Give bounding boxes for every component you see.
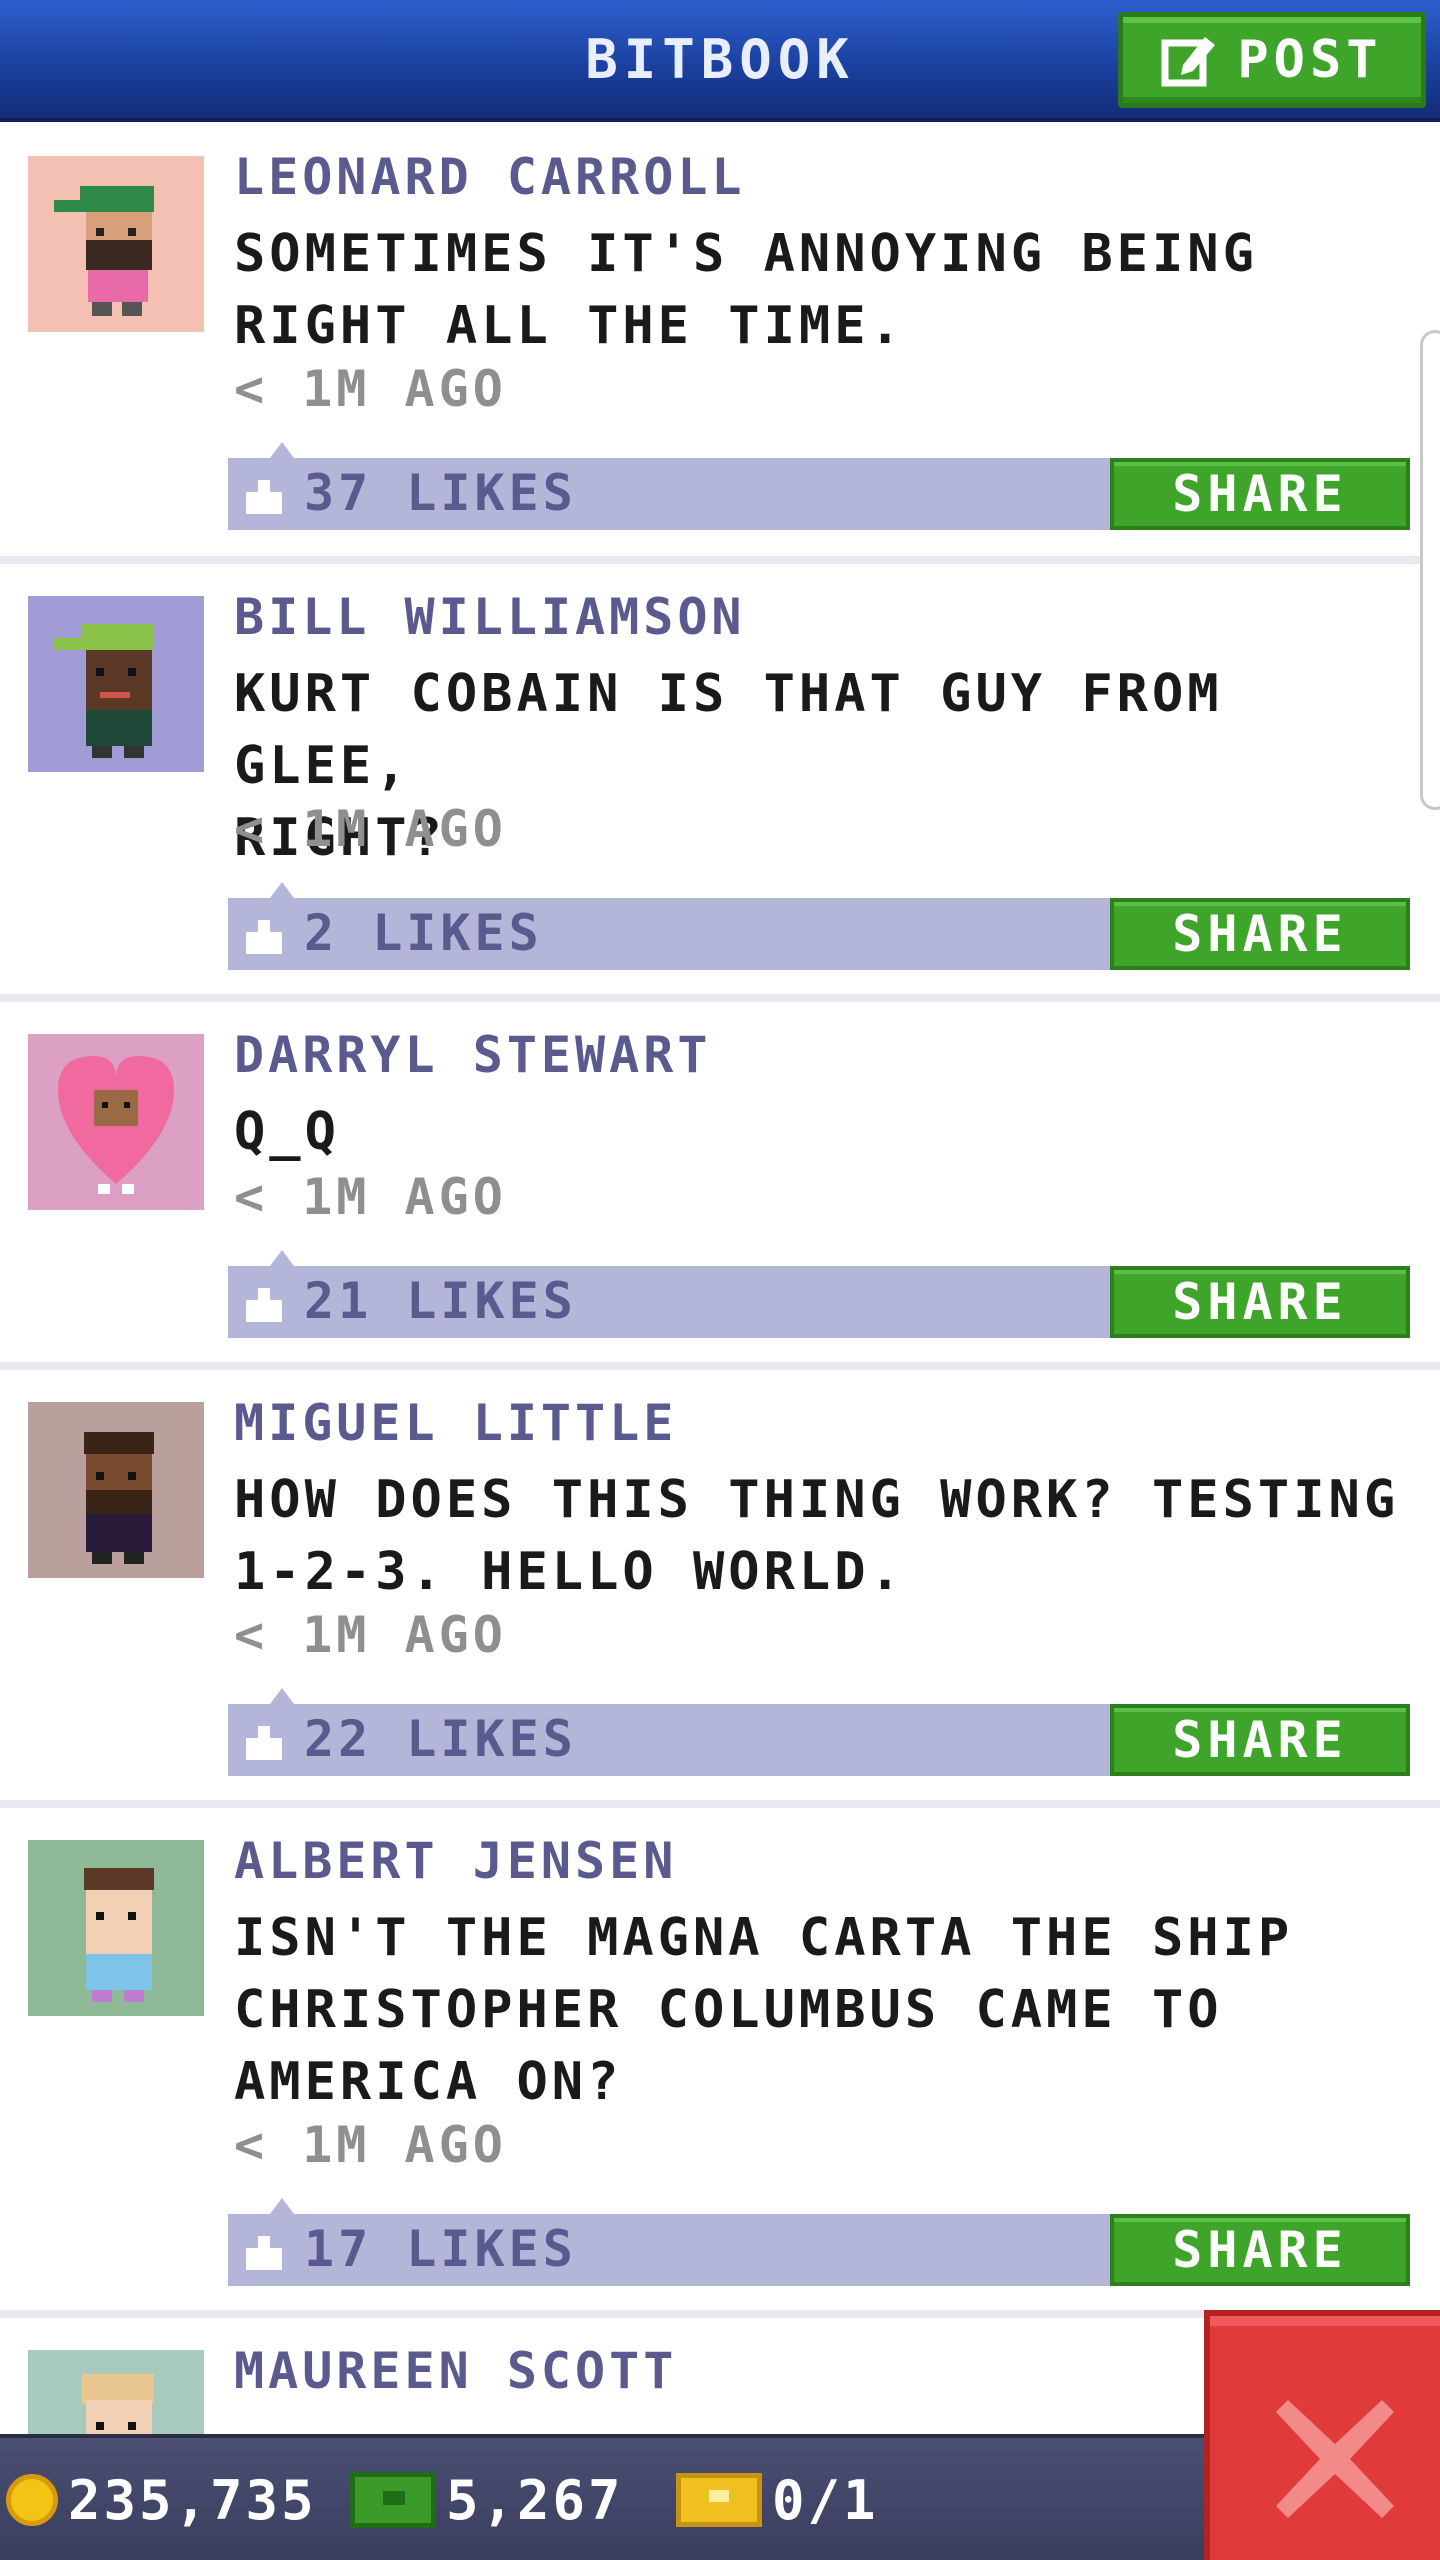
- divider: [0, 1362, 1440, 1370]
- post-author[interactable]: DARRYL STEWART: [234, 1026, 711, 1084]
- post-item: DARRYL STEWART Q_Q < 1M AGO 21 LIKES SHA…: [0, 1002, 1440, 1370]
- tickets-stat: 0/1: [676, 2460, 879, 2540]
- post-time: < 1M AGO: [234, 1606, 507, 1664]
- post-author[interactable]: ALBERT JENSEN: [234, 1832, 677, 1890]
- likes-bar-notch: [270, 882, 294, 898]
- post-author[interactable]: MAUREEN SCOTT: [234, 2342, 677, 2400]
- thumbs-up-icon[interactable]: [244, 1286, 284, 1322]
- app-header: BITBOOK POST: [0, 0, 1440, 122]
- share-button[interactable]: SHARE: [1110, 458, 1410, 530]
- post-author[interactable]: MIGUEL LITTLE: [234, 1394, 677, 1452]
- edit-icon: [1161, 31, 1219, 89]
- coins-value: 235,735: [68, 2468, 317, 2532]
- post-text: Q_Q: [234, 1102, 340, 1162]
- post-text: SOMETIMES IT'S ANNOYING BEING RIGHT ALL …: [234, 224, 1258, 356]
- post-item: MIGUEL LITTLE HOW DOES THIS THING WORK? …: [0, 1370, 1440, 1808]
- close-button[interactable]: [1204, 2310, 1440, 2560]
- avatar[interactable]: [28, 1840, 204, 2016]
- share-button[interactable]: SHARE: [1110, 898, 1410, 970]
- avatar[interactable]: [28, 596, 204, 772]
- likes-bar-notch: [270, 1688, 294, 1704]
- post-button[interactable]: POST: [1118, 12, 1426, 108]
- post-button-label: POST: [1237, 30, 1383, 90]
- post-time: < 1M AGO: [234, 360, 507, 418]
- likes-bar: 2 LIKES SHARE: [228, 882, 1410, 970]
- share-button[interactable]: SHARE: [1110, 1704, 1410, 1776]
- divider: [0, 994, 1440, 1002]
- thumbs-up-icon[interactable]: [244, 2234, 284, 2270]
- likes-bar: 17 LIKES SHARE: [228, 2198, 1410, 2286]
- likes-bar: 37 LIKES SHARE: [228, 442, 1410, 530]
- post-text: HOW DOES THIS THING WORK? TESTING 1-2-3.…: [234, 1470, 1400, 1602]
- post-author[interactable]: LEONARD CARROLL: [234, 148, 746, 206]
- post-item: BILL WILLIAMSON KURT COBAIN IS THAT GUY …: [0, 564, 1440, 1002]
- likes-count: 17 LIKES: [304, 2220, 577, 2278]
- likes-bar: 21 LIKES SHARE: [228, 1250, 1410, 1338]
- thumbs-up-icon[interactable]: [244, 1724, 284, 1760]
- coin-icon: [6, 2474, 58, 2526]
- avatar[interactable]: [28, 1402, 204, 1578]
- divider: [0, 556, 1440, 564]
- thumbs-up-icon[interactable]: [244, 918, 284, 954]
- post-time: < 1M AGO: [234, 800, 507, 858]
- likes-count: 2 LIKES: [304, 904, 543, 962]
- divider: [0, 1800, 1440, 1808]
- scrollbar[interactable]: [1420, 330, 1440, 810]
- ticket-icon: [676, 2473, 762, 2527]
- post-item: ALBERT JENSEN ISN'T THE MAGNA CARTA THE …: [0, 1808, 1440, 2318]
- bux-value: 5,267: [446, 2468, 624, 2532]
- likes-bar-notch: [270, 2198, 294, 2214]
- post-time: < 1M AGO: [234, 2116, 507, 2174]
- bux-stat: 5,267: [350, 2460, 624, 2540]
- likes-bar: 22 LIKES SHARE: [228, 1688, 1410, 1776]
- post-text: ISN'T THE MAGNA CARTA THE SHIP CHRISTOPH…: [234, 1908, 1294, 2112]
- avatar[interactable]: [28, 2350, 204, 2438]
- likes-bar-notch: [270, 442, 294, 458]
- post-time: < 1M AGO: [234, 1168, 507, 1226]
- post-item: LEONARD CARROLL SOMETIMES IT'S ANNOYING …: [0, 126, 1440, 564]
- share-button[interactable]: SHARE: [1110, 1266, 1410, 1338]
- bux-icon: [350, 2472, 436, 2528]
- avatar[interactable]: [28, 156, 204, 332]
- avatar[interactable]: [28, 1034, 204, 1210]
- thumbs-up-icon[interactable]: [244, 478, 284, 514]
- close-icon: [1270, 2394, 1400, 2524]
- likes-count: 22 LIKES: [304, 1710, 577, 1768]
- likes-bar-notch: [270, 1250, 294, 1266]
- post-author[interactable]: BILL WILLIAMSON: [234, 588, 746, 646]
- likes-count: 21 LIKES: [304, 1272, 577, 1330]
- likes-count: 37 LIKES: [304, 464, 577, 522]
- share-button[interactable]: SHARE: [1110, 2214, 1410, 2286]
- tickets-value: 0/1: [772, 2468, 879, 2532]
- coins-stat: 235,735: [6, 2460, 317, 2540]
